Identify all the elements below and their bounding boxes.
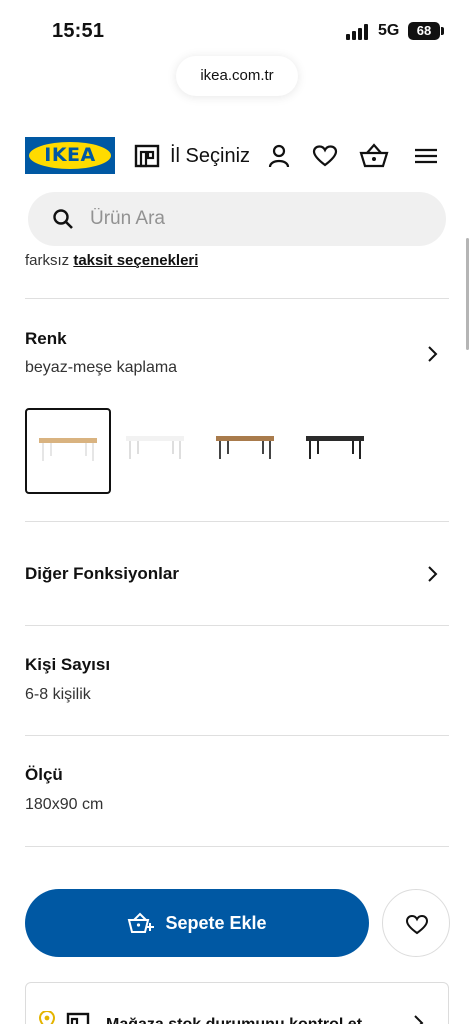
site-header: IKEA İl Seçiniz	[0, 132, 474, 180]
color-chevron-right-icon[interactable]	[424, 344, 440, 364]
installment-prefix: farksız	[25, 252, 74, 269]
people-label: Kişi Sayısı	[25, 655, 111, 674]
color-swatch[interactable]	[25, 408, 111, 494]
status-bar: 15:51 5G 68	[0, 0, 474, 56]
other-functions-label[interactable]: Diğer Fonksiyonlar	[25, 564, 179, 584]
color-swatch[interactable]	[204, 408, 290, 494]
signal-icon	[346, 24, 372, 40]
search-bar	[28, 192, 446, 246]
table-thumbnail-icon	[306, 436, 364, 459]
battery-icon: 68	[408, 22, 440, 40]
battery-nub	[441, 27, 444, 35]
logo-text: IKEA	[44, 144, 96, 166]
search-icon	[53, 209, 73, 229]
store-icon	[134, 144, 160, 168]
page-scrollbar[interactable]	[466, 238, 469, 350]
menu-icon[interactable]	[412, 142, 440, 170]
color-swatch[interactable]	[294, 408, 380, 494]
color-swatch[interactable]	[114, 408, 200, 494]
color-value: beyaz-meşe kaplama	[25, 359, 178, 376]
divider	[25, 298, 449, 299]
divider	[25, 735, 449, 736]
color-label: Renk	[25, 329, 67, 348]
table-thumbnail-icon	[126, 436, 184, 459]
heart-icon	[405, 914, 429, 935]
search-input[interactable]	[90, 192, 420, 246]
table-thumbnail-icon	[39, 438, 97, 461]
user-icon[interactable]	[265, 142, 293, 170]
ikea-logo[interactable]: IKEA	[25, 137, 115, 174]
installment-link[interactable]: taksit seçenekleri	[73, 252, 198, 269]
add-to-cart-button[interactable]: Sepete Ekle	[25, 889, 369, 957]
store-selector-button[interactable]: İl Seçiniz	[134, 141, 250, 171]
size-value: 180x90 cm	[25, 796, 104, 813]
network-type: 5G	[378, 22, 400, 39]
status-time: 15:51	[52, 20, 105, 42]
add-to-cart-label: Sepete Ekle	[165, 912, 267, 933]
divider	[25, 846, 449, 847]
heart-icon[interactable]	[311, 142, 339, 170]
store-stock-card[interactable]: Mağaza stok durumunu kontrol et	[25, 982, 449, 1024]
chevron-right-icon	[414, 1015, 424, 1024]
table-thumbnail-icon	[216, 436, 274, 459]
location-pin-icon	[38, 1011, 56, 1024]
store-icon	[66, 1012, 90, 1024]
people-value: 6-8 kişilik	[25, 686, 91, 703]
divider	[25, 521, 449, 522]
address-bar[interactable]: ikea.com.tr	[176, 56, 298, 96]
size-label: Ölçü	[25, 765, 63, 784]
other-functions-chevron-right-icon[interactable]	[424, 564, 440, 584]
basket-icon[interactable]	[358, 142, 390, 170]
store-selector-label: İl Seçiniz	[170, 144, 251, 167]
favorite-button[interactable]	[382, 889, 450, 957]
divider	[25, 625, 449, 626]
store-stock-text: Mağaza stok durumunu kontrol et	[106, 1016, 362, 1024]
installment-info: farksız taksit seçenekleri	[25, 252, 198, 274]
basket-add-icon	[128, 912, 155, 933]
